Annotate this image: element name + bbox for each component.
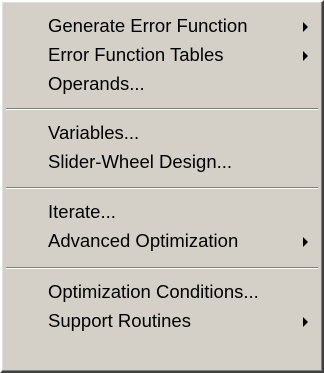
menu-item-label: Operands... [48, 73, 145, 94]
menu-separator [6, 267, 318, 269]
chevron-right-icon [303, 22, 308, 32]
context-menu: Generate Error Function Error Function T… [0, 0, 324, 373]
menu-item-generate-error-function[interactable]: Generate Error Function [6, 12, 318, 41]
menu-item-iterate[interactable]: Iterate... [6, 198, 318, 227]
menu-item-slider-wheel-design[interactable]: Slider-Wheel Design... [6, 148, 318, 177]
chevron-right-icon [303, 51, 308, 61]
menu-item-label: Advanced Optimization [48, 230, 239, 251]
menu-item-operands[interactable]: Operands... [6, 70, 318, 99]
menu-item-support-routines[interactable]: Support Routines [6, 307, 318, 336]
chevron-right-icon [303, 317, 308, 327]
menu-item-label: Support Routines [48, 310, 191, 331]
menu-item-label: Error Function Tables [48, 44, 224, 65]
menu-item-label: Variables... [48, 122, 140, 143]
menu-item-optimization-conditions[interactable]: Optimization Conditions... [6, 278, 318, 307]
chevron-right-icon [303, 237, 308, 247]
menu-item-label: Iterate... [48, 201, 116, 222]
menu-item-label: Generate Error Function [48, 15, 248, 36]
menu-item-advanced-optimization[interactable]: Advanced Optimization [6, 227, 318, 256]
menu-separator [6, 187, 318, 189]
menu-separator [6, 108, 318, 110]
menu-item-label: Optimization Conditions... [48, 281, 259, 302]
menu-item-error-function-tables[interactable]: Error Function Tables [6, 41, 318, 70]
menu-item-variables[interactable]: Variables... [6, 119, 318, 148]
menu-item-label: Slider-Wheel Design... [48, 151, 233, 172]
